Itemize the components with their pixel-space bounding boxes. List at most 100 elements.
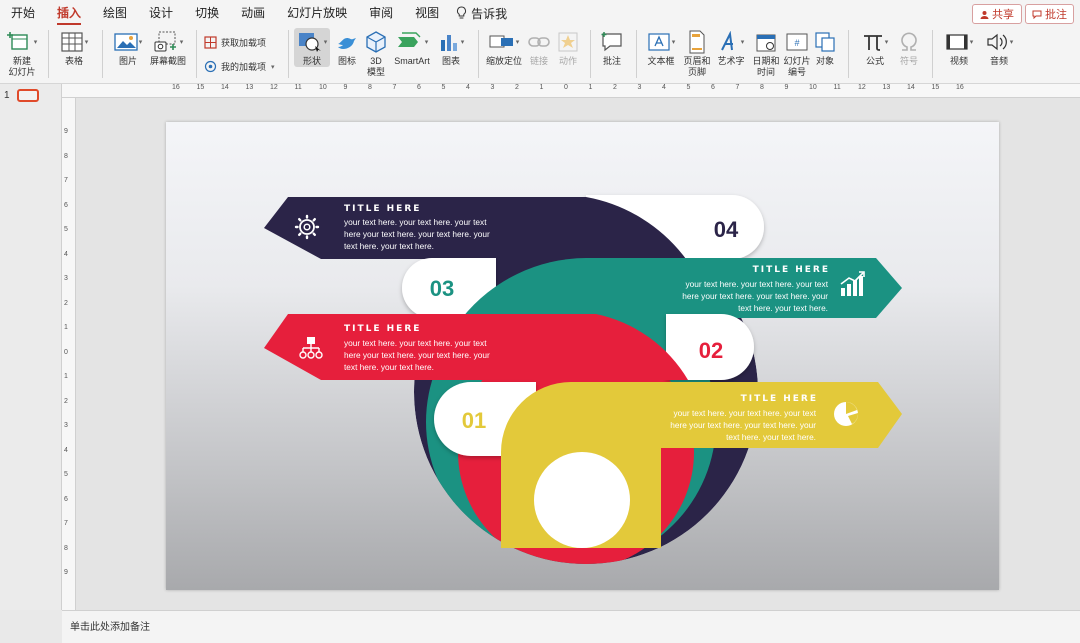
pi-icon: [863, 35, 882, 51]
get-addins-button[interactable]: 获取加载项: [204, 36, 266, 49]
thumbnail-number: 1: [4, 90, 10, 101]
ruler-number: 1: [64, 324, 68, 331]
link-button[interactable]: 链接: [526, 28, 552, 67]
svg-text:#: #: [794, 38, 799, 48]
body-01-line-2: here your text here. your text here. you…: [670, 420, 816, 430]
smartart-button[interactable]: ▾ SmartArt: [392, 28, 432, 67]
ribbon-separator: [102, 30, 103, 78]
ruler-number: 7: [735, 84, 740, 91]
comment-icon: [1032, 10, 1042, 19]
ribbon-separator: [590, 30, 591, 78]
ruler-number: 6: [64, 495, 68, 503]
share-label: 共享: [992, 9, 1014, 21]
textbox-label: 文本框: [647, 56, 675, 66]
screenshot-label: 屏幕截图: [149, 56, 186, 66]
icons-button[interactable]: 图标: [334, 28, 360, 67]
notes-pane[interactable]: 单击此处添加备注: [62, 610, 1080, 643]
tell-me[interactable]: 告诉我: [450, 5, 507, 22]
3d-model-button[interactable]: 3D 模型: [364, 28, 388, 78]
body-03-line-2: here your text here. your text here. you…: [682, 291, 828, 301]
symbol-button[interactable]: 符号: [896, 28, 922, 67]
ruler-number: 9: [784, 84, 789, 91]
body-03-line-3: text here. your text here.: [738, 303, 828, 313]
comment-insert-label: 批注: [602, 56, 621, 66]
object-button[interactable]: 对象: [812, 28, 838, 67]
zoom-icon: [489, 35, 513, 48]
body-02-line-1: your text here. your text here. your tex…: [344, 338, 487, 348]
ruler-number: 2: [64, 299, 68, 307]
chart-button[interactable]: ▾ 图表: [434, 28, 468, 67]
slide-number-icon: #: [786, 33, 808, 51]
ruler-number: 6: [711, 84, 715, 91]
ruler-number: 6: [64, 201, 68, 209]
ruler-number: 7: [64, 177, 68, 184]
ruler-number: 3: [637, 84, 642, 91]
wordart-button[interactable]: ▾ 艺术字: [714, 28, 748, 67]
chart-label: 图表: [441, 56, 460, 66]
object-label: 对象: [815, 56, 834, 66]
menu-transitions[interactable]: 切换: [184, 0, 230, 26]
menu-animations[interactable]: 动画: [230, 0, 276, 26]
video-button[interactable]: ▾ 视频: [940, 28, 978, 67]
menu-insert[interactable]: 插入: [46, 0, 92, 26]
table-button[interactable]: ▾ 表格: [56, 28, 92, 67]
comment-insert-button[interactable]: 批注: [598, 28, 626, 67]
store-icon: [204, 36, 217, 49]
audio-button[interactable]: ▾ 音频: [980, 28, 1018, 67]
equation-button[interactable]: ▾ 公式: [856, 28, 894, 67]
horizontal-ruler: 16 15 14 13 12 11 10 9 8 7 6 5 4 3 2 1 0 1 2 3 4 5 6 7 8 9 10 11 12 1…: [62, 84, 1080, 98]
date-time-button[interactable]: 日期和 时间: [752, 28, 780, 78]
link-label: 链接: [529, 56, 548, 66]
body-04-line-3: text here. your text here.: [344, 241, 434, 251]
calendar-icon: [756, 34, 776, 52]
menu-view[interactable]: 视图: [404, 0, 450, 26]
picture-icon: [114, 33, 138, 51]
ruler-number: 16: [172, 84, 180, 91]
ruler-number: 13: [245, 84, 254, 91]
screenshot-button[interactable]: ▾ 屏幕截图: [148, 28, 188, 67]
shapes-button[interactable]: ▾ 形状: [294, 28, 330, 67]
ruler-number: 1: [588, 84, 593, 91]
number-04: 04: [714, 217, 739, 242]
zoom-button[interactable]: ▾ 缩放定位: [484, 28, 524, 67]
equation-label: 公式: [865, 56, 884, 66]
ruler-number: 16: [956, 84, 964, 91]
slide[interactable]: 04 TITLE HERE your text here. your text …: [166, 122, 999, 590]
slide-number-button[interactable]: # 幻灯片 编号: [782, 28, 812, 78]
action-button[interactable]: 动作: [555, 28, 581, 67]
menu-review[interactable]: 审阅: [358, 0, 404, 26]
menu-design[interactable]: 设计: [138, 0, 184, 26]
ribbon: ▾ 新建 幻灯片 ▾ 表格 ▾ 图片 ▾ 屏幕截图 获取加载项 我的加载项 ▾ ▾…: [0, 26, 1080, 84]
3d-model-label-2: 模型: [366, 67, 385, 77]
menu-slideshow[interactable]: 幻灯片放映: [276, 0, 358, 26]
slide-thumbnail[interactable]: [17, 89, 39, 102]
ruler-number: 4: [662, 84, 666, 91]
my-addins-button[interactable]: 我的加载项 ▾: [204, 60, 275, 73]
body-02-line-2: here your text here. your text here. you…: [344, 350, 490, 360]
ruler-number: 9: [64, 128, 68, 135]
picture-button[interactable]: ▾ 图片: [110, 28, 146, 67]
new-slide-button[interactable]: ▾ 新建 幻灯片: [4, 28, 40, 78]
ruler-number: 11: [833, 84, 841, 91]
ruler-number: 5: [441, 84, 446, 91]
ruler-number: 4: [466, 84, 470, 91]
menu-draw[interactable]: 绘图: [92, 0, 138, 26]
ruler-number: 0: [564, 84, 568, 91]
menu-home[interactable]: 开始: [0, 0, 46, 26]
ruler-number: 15: [931, 84, 940, 91]
menu-bar: 开始 插入 绘图 设计 切换 动画 幻灯片放映 审阅 视图 告诉我 共享 批注: [0, 0, 1080, 26]
ribbon-separator: [932, 30, 933, 78]
shapes-label: 形状: [302, 56, 321, 66]
textbox-button[interactable]: ▾ 文本框: [642, 28, 680, 67]
zoom-label: 缩放定位: [485, 56, 522, 66]
comment-insert-icon: [601, 32, 622, 52]
bird-icon: [338, 38, 356, 49]
body-03-line-1: your text here. your text here. your tex…: [686, 279, 829, 289]
header-footer-button[interactable]: 页眉和 页脚: [682, 28, 712, 78]
cube-icon: [366, 31, 386, 53]
ruler-number: 14: [907, 84, 915, 91]
ruler-number: 11: [294, 84, 302, 91]
share-button[interactable]: 共享: [972, 4, 1022, 24]
get-addins-label: 获取加载项: [221, 38, 267, 48]
comments-button[interactable]: 批注: [1025, 4, 1074, 24]
